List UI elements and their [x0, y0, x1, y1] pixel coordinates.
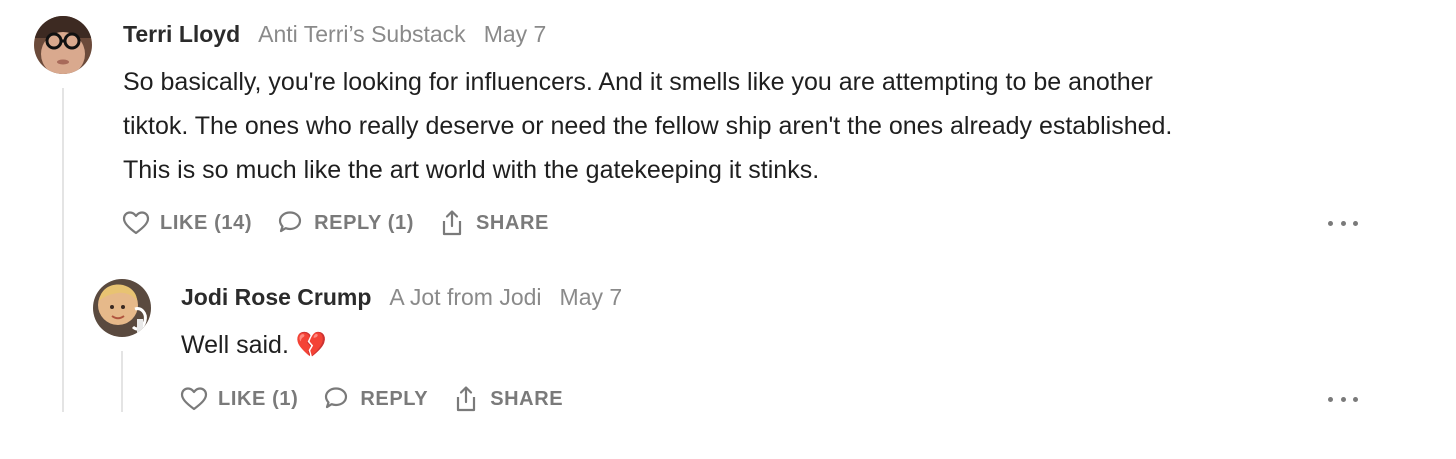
comment-body-line: Well said. 💔: [181, 323, 1331, 367]
speech-bubble-icon: [325, 387, 348, 409]
share-label: SHARE: [490, 387, 564, 410]
broken-heart-emoji: 💔: [295, 331, 328, 359]
reply-label: REPLY: [360, 387, 429, 410]
share-button[interactable]: SHARE: [452, 385, 563, 413]
author-name[interactable]: Jodi Rose Crump: [181, 284, 371, 310]
like-label: LIKE (1): [218, 387, 299, 410]
reply-button[interactable]: REPLY: [322, 386, 428, 412]
thread-line: [121, 351, 123, 412]
heart-icon: [180, 387, 208, 411]
comment-body-text: Well said.: [181, 331, 289, 359]
comment-meta: Jodi Rose Crump A Jot from Jodi May 7: [181, 282, 622, 312]
comment-actions: LIKE (1) REPLY SHARE: [180, 384, 587, 414]
comment-date[interactable]: May 7: [560, 284, 623, 310]
avatar-jodi-image: [93, 279, 151, 337]
more-dots-icon[interactable]: [1328, 389, 1358, 409]
share-icon: [457, 386, 476, 412]
comment-jodi-rose-crump: Jodi Rose Crump A Jot from Jodi May 7 Well…: [0, 0, 1456, 459]
publication-name[interactable]: A Jot from Jodi: [389, 284, 541, 310]
comment-body: Well said. 💔: [181, 323, 1331, 367]
avatar[interactable]: [93, 279, 151, 337]
like-button[interactable]: LIKE (1): [180, 386, 298, 412]
